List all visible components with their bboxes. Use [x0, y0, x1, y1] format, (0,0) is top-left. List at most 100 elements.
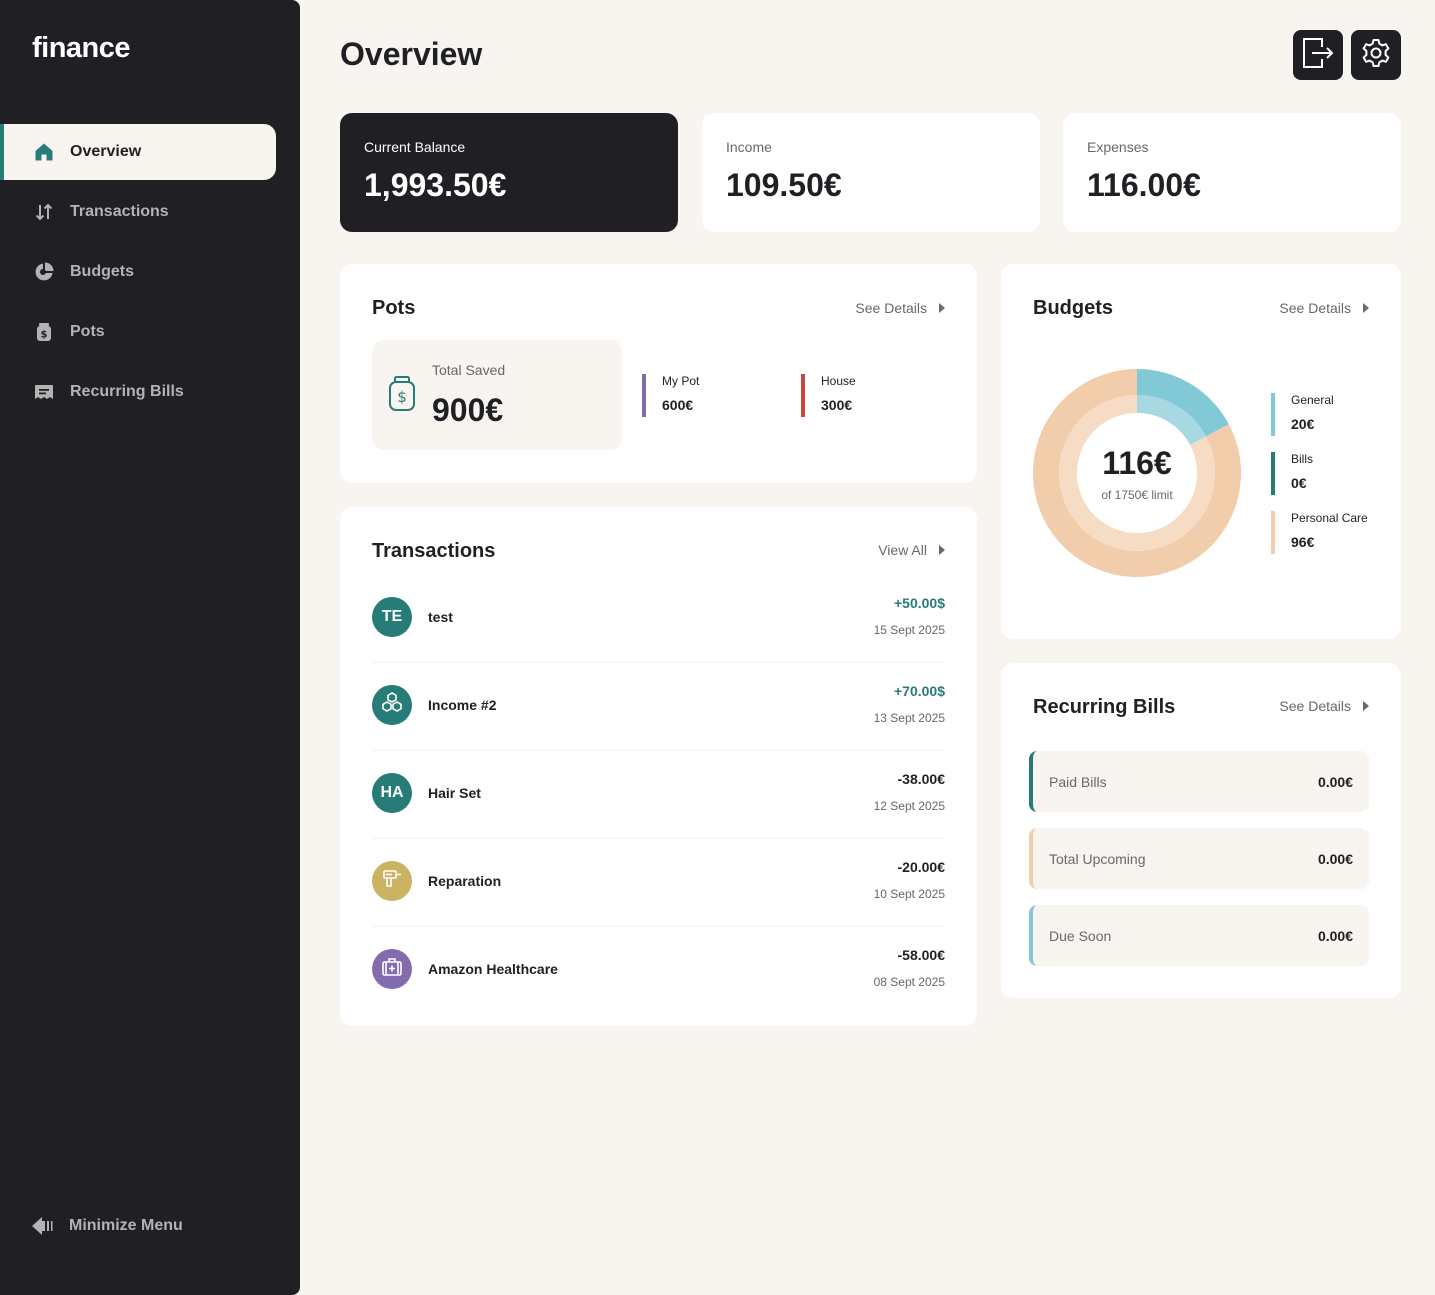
legend-name: General — [1291, 393, 1334, 407]
pot-item-my-pot: My Pot 600€ — [642, 374, 699, 417]
legend-name: Personal Care — [1291, 511, 1368, 525]
jar-icon: $ — [32, 320, 56, 344]
sidebar-nav: Overview Transactions Budgets $ Pots Rec… — [0, 124, 276, 424]
sidebar-item-label: Transactions — [70, 203, 169, 220]
transaction-row[interactable]: HA Hair Set -38.00€ 12 Sept 2025 — [372, 751, 945, 839]
pie-chart-icon — [32, 260, 56, 284]
sidebar: finance Overview Transactions Budgets $ … — [0, 0, 300, 1295]
pot-item-house: House 300€ — [801, 374, 856, 417]
expenses-label: Expenses — [1087, 139, 1149, 155]
sidebar-item-transactions[interactable]: Transactions — [0, 184, 276, 240]
logout-icon — [1300, 35, 1336, 76]
sidebar-item-budgets[interactable]: Budgets — [0, 244, 276, 300]
app-logo: finance — [32, 32, 131, 64]
current-balance-value: 1,993.50€ — [364, 167, 507, 203]
avatar: HA — [372, 773, 412, 813]
budget-legend-personal-care: Personal Care 96€ — [1271, 511, 1368, 554]
budgets-title: Budgets — [1033, 297, 1113, 319]
caret-right-icon — [939, 545, 945, 555]
pot-value: 600€ — [662, 397, 694, 413]
cubes-icon — [380, 691, 404, 720]
sidebar-item-overview[interactable]: Overview — [0, 124, 276, 180]
bill-value: 0.00€ — [1317, 773, 1353, 790]
total-saved-box: $ Total Saved 900€ — [372, 340, 622, 450]
donut-hole — [1077, 413, 1197, 533]
arrow-left-icon — [32, 1214, 56, 1238]
svg-text:$: $ — [397, 388, 407, 406]
transaction-name: Hair Set — [428, 785, 481, 801]
legend-value: 0€ — [1291, 475, 1307, 491]
income-value: 109.50€ — [726, 167, 842, 203]
see-details-label: See Details — [1279, 300, 1351, 316]
bill-row-upcoming: Total Upcoming 0.00€ — [1029, 828, 1369, 889]
sidebar-item-recurring-bills[interactable]: Recurring Bills — [0, 364, 276, 420]
svg-text:$: $ — [41, 330, 48, 341]
bill-label: Paid Bills — [1049, 773, 1107, 790]
sidebar-item-label: Pots — [70, 323, 105, 340]
sidebar-item-label: Overview — [70, 143, 142, 160]
transaction-name: Reparation — [428, 873, 502, 889]
transaction-date: 10 Sept 2025 — [873, 887, 945, 901]
bill-label: Total Upcoming — [1049, 850, 1146, 867]
bill-value: 0.00€ — [1317, 850, 1353, 867]
sidebar-item-label: Recurring Bills — [70, 383, 184, 400]
see-details-label: See Details — [855, 300, 927, 316]
transaction-amount: +50.00$ — [894, 595, 945, 611]
drill-icon — [380, 867, 404, 896]
pots-card: Pots See Details $ Total Saved 900€ My P… — [340, 264, 977, 483]
transaction-name: Amazon Healthcare — [428, 961, 558, 977]
transaction-amount: +70.00$ — [894, 683, 945, 699]
total-saved-label: Total Saved — [432, 362, 506, 378]
transactions-view-all-link[interactable]: View All — [878, 542, 945, 558]
transaction-date: 13 Sept 2025 — [873, 711, 945, 725]
transaction-row[interactable]: Amazon Healthcare -58.00€ 08 Sept 2025 — [372, 927, 945, 1015]
caret-right-icon — [939, 303, 945, 313]
home-icon — [32, 140, 56, 164]
transaction-row[interactable]: Income #2 +70.00$ 13 Sept 2025 — [372, 663, 945, 751]
pots-title: Pots — [372, 297, 416, 319]
caret-right-icon — [1363, 303, 1369, 313]
pots-see-details-link[interactable]: See Details — [855, 300, 945, 316]
settings-button[interactable] — [1351, 30, 1401, 80]
recurring-bills-title: Recurring Bills — [1033, 696, 1176, 718]
recurring-see-details-link[interactable]: See Details — [1279, 698, 1369, 714]
bill-label: Due Soon — [1049, 927, 1112, 944]
bill-value: 0.00€ — [1317, 927, 1353, 944]
expenses-value: 116.00€ — [1087, 167, 1201, 203]
transactions-card: Transactions View All TE test +50.00$ 15… — [340, 507, 977, 1026]
arrows-up-down-icon — [32, 200, 56, 224]
caret-right-icon — [1363, 701, 1369, 711]
current-balance-card: Current Balance 1,993.50€ — [340, 113, 678, 232]
transaction-date: 12 Sept 2025 — [873, 799, 945, 813]
transaction-amount: -58.00€ — [897, 947, 945, 963]
recurring-bills-card: Recurring Bills See Details Paid Bills 0… — [1001, 663, 1401, 998]
budget-donut-chart — [1033, 369, 1241, 577]
avatar: TE — [372, 597, 412, 637]
sidebar-item-pots[interactable]: $ Pots — [0, 304, 276, 360]
first-aid-kit-icon — [380, 955, 404, 984]
jar-icon: $ — [388, 376, 416, 417]
transaction-row[interactable]: Reparation -20.00€ 10 Sept 2025 — [372, 839, 945, 927]
transaction-row[interactable]: TE test +50.00$ 15 Sept 2025 — [372, 575, 945, 663]
income-label: Income — [726, 139, 772, 155]
total-saved-value: 900€ — [432, 392, 504, 428]
logout-button[interactable] — [1293, 30, 1343, 80]
bill-row-paid: Paid Bills 0.00€ — [1029, 751, 1369, 812]
avatar — [372, 861, 412, 901]
budgets-see-details-link[interactable]: See Details — [1279, 300, 1369, 316]
pot-name: My Pot — [662, 374, 700, 388]
sidebar-item-label: Budgets — [70, 263, 134, 280]
transaction-name: Income #2 — [428, 697, 497, 713]
transaction-date: 08 Sept 2025 — [873, 975, 945, 989]
transactions-title: Transactions — [372, 540, 496, 562]
budget-legend-general: General 20€ — [1271, 393, 1334, 436]
budget-legend-bills: Bills 0€ — [1271, 452, 1313, 495]
minimize-menu-label: Minimize Menu — [69, 1217, 183, 1234]
minimize-menu-button[interactable]: Minimize Menu — [32, 1214, 183, 1238]
view-all-label: View All — [878, 542, 927, 558]
pot-value: 300€ — [821, 397, 853, 413]
budgets-card: Budgets See Details 116€ of 1750€ limit … — [1001, 264, 1401, 639]
legend-name: Bills — [1291, 452, 1314, 466]
settings-icon — [1360, 37, 1392, 74]
income-card: Income 109.50€ — [702, 113, 1040, 232]
